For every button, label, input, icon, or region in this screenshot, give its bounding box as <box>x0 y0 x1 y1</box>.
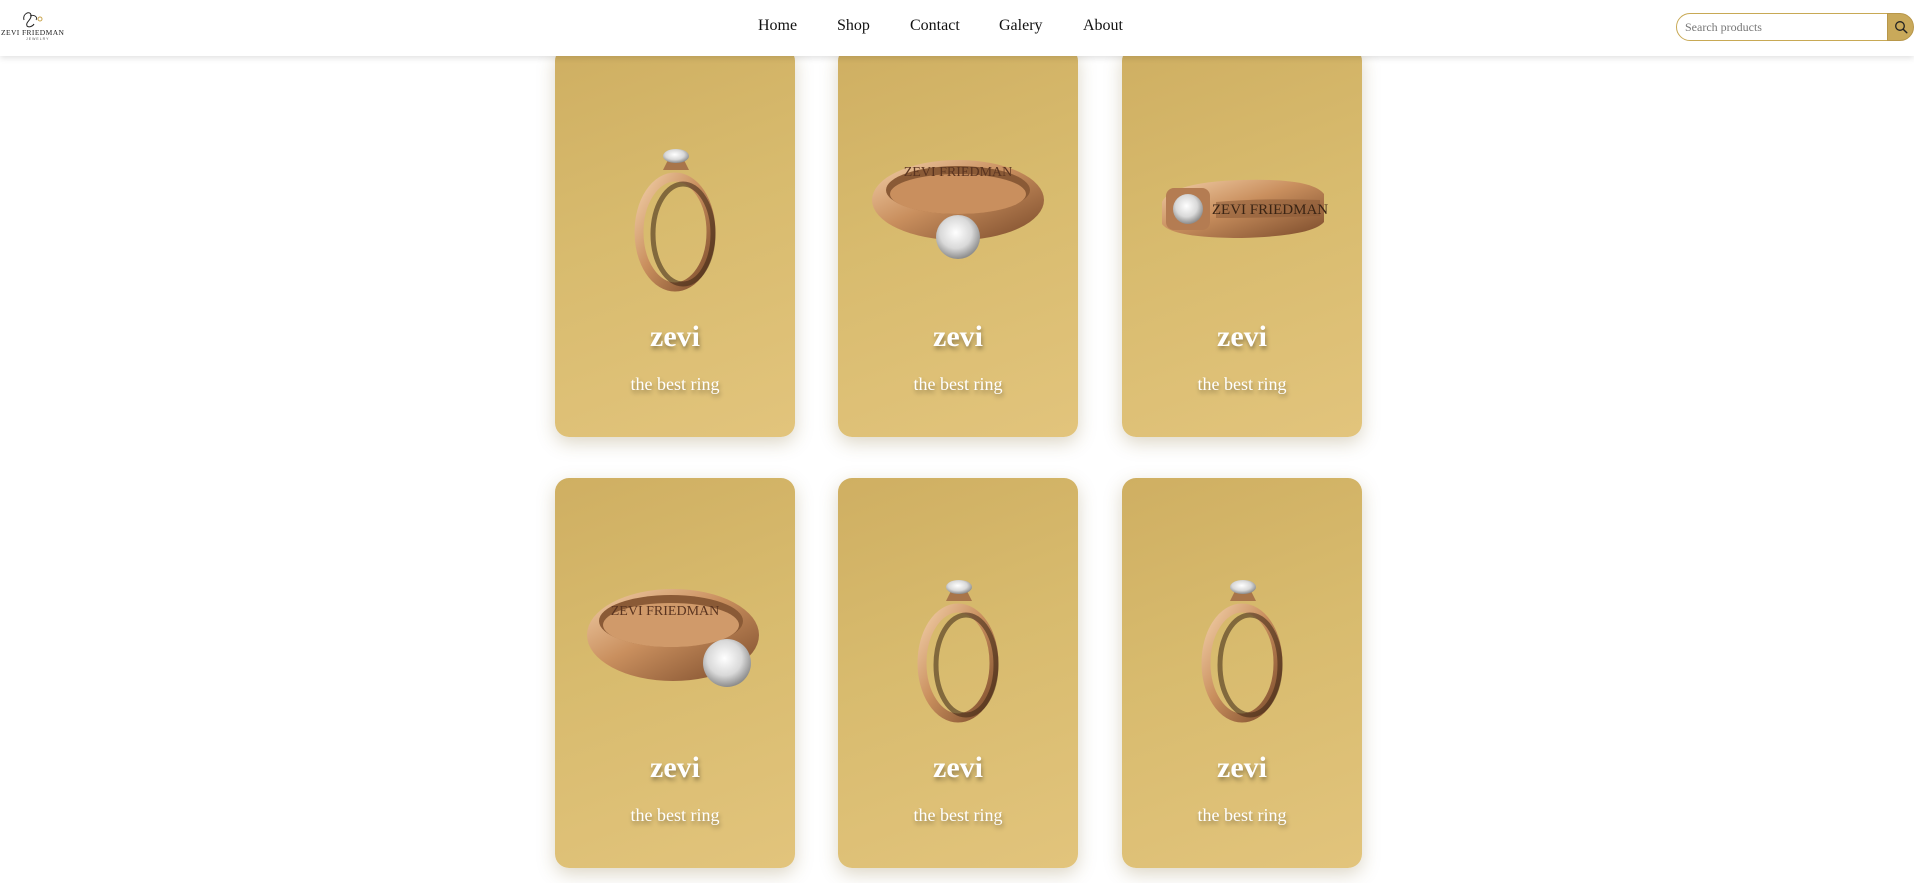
search-icon <box>1894 21 1908 34</box>
product-subtitle: the best ring <box>630 805 720 825</box>
product-card[interactable]: ZEVI FRIEDMAN zevi the best ring <box>1122 47 1362 437</box>
product-card[interactable]: zevi the best ring <box>555 47 795 437</box>
nav-shop[interactable]: Shop <box>837 17 870 35</box>
product-title: zevi <box>650 751 700 784</box>
svg-text:ZEVI FRIEDMAN: ZEVI FRIEDMAN <box>904 165 1013 180</box>
ring-engraved-front-icon: ZEVI FRIEDMAN <box>872 160 1044 259</box>
site-header: ZEVI FRIEDMAN JEWELRY Home Shop Contact … <box>0 0 1914 56</box>
logo-subtext: JEWELRY <box>26 37 50 41</box>
search-input[interactable] <box>1676 13 1888 41</box>
product-title: zevi <box>1217 320 1267 353</box>
search-button[interactable] <box>1887 13 1914 41</box>
main-nav: Home Shop Contact Galery About <box>0 0 1914 56</box>
product-subtitle: the best ring <box>1197 374 1287 394</box>
product-title: zevi <box>1217 751 1267 784</box>
ring-side-view-icon <box>634 149 716 292</box>
nav-galery[interactable]: Galery <box>999 17 1043 35</box>
svg-text:ZEVI FRIEDMAN: ZEVI FRIEDMAN <box>1212 202 1328 218</box>
product-card[interactable]: zevi the best ring <box>838 478 1078 868</box>
product-card[interactable]: ZEVI FRIEDMAN zevi the best ring <box>555 478 795 868</box>
svg-text:ZEVI FRIEDMAN: ZEVI FRIEDMAN <box>611 604 720 619</box>
product-title: zevi <box>650 320 700 353</box>
product-subtitle: the best ring <box>1197 805 1287 825</box>
nav-about[interactable]: About <box>1083 17 1123 35</box>
ring-engraved-angled-icon: ZEVI FRIEDMAN <box>587 589 759 687</box>
nav-contact[interactable]: Contact <box>910 17 960 35</box>
product-card[interactable]: ZEVI FRIEDMAN zevi the best ring <box>838 47 1078 437</box>
search-bar <box>1676 13 1914 41</box>
ring-band-side-icon: ZEVI FRIEDMAN <box>1162 179 1328 238</box>
ring-side-view-icon <box>917 580 999 723</box>
product-card[interactable]: zevi the best ring <box>1122 478 1362 868</box>
product-title: zevi <box>933 320 983 353</box>
product-subtitle: the best ring <box>913 374 1003 394</box>
product-subtitle: the best ring <box>630 374 720 394</box>
product-title: zevi <box>933 751 983 784</box>
logo-text: ZEVI FRIEDMAN <box>1 28 65 37</box>
nav-home[interactable]: Home <box>758 17 797 35</box>
ring-side-view-icon <box>1201 580 1283 723</box>
product-subtitle: the best ring <box>913 805 1003 825</box>
brand-logo[interactable]: ZEVI FRIEDMAN JEWELRY <box>0 6 72 42</box>
